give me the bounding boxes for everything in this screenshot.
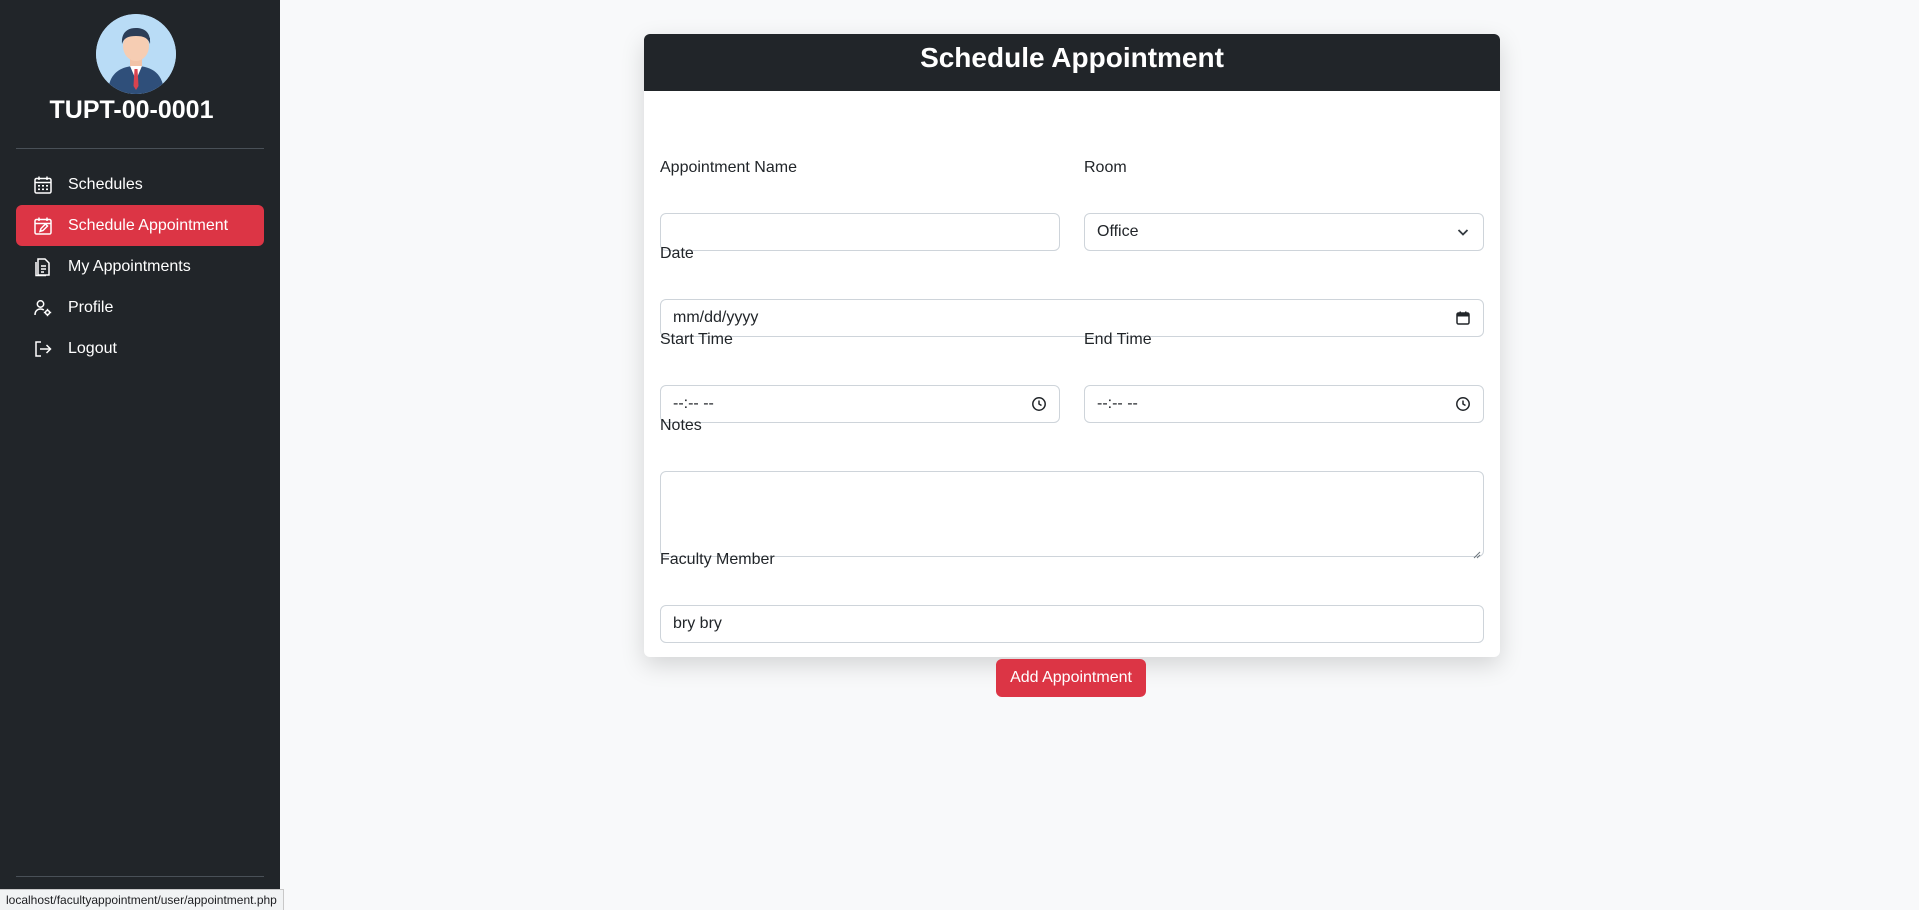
sidebar-item-profile[interactable]: Profile	[16, 287, 264, 328]
calendar-picker-icon[interactable]	[1455, 310, 1471, 326]
sidebar-item-label: Schedule Appointment	[68, 216, 229, 234]
appointment-form-card: Schedule Appointment Appointment Name Ro…	[644, 34, 1500, 697]
room-label: Room	[1084, 159, 1127, 176]
sidebar-item-my-appointments[interactable]: My Appointments	[16, 246, 264, 287]
faculty-member-label: Faculty Member	[660, 551, 775, 568]
start-time-label: Start Time	[660, 331, 733, 348]
room-select[interactable]: Office	[1084, 213, 1484, 251]
avatar	[96, 14, 176, 94]
faculty-member-input[interactable]: bry bry	[660, 605, 1484, 643]
appointment-name-label: Appointment Name	[660, 159, 797, 176]
sidebar-item-label: Logout	[68, 339, 117, 357]
end-time-input[interactable]: --:-- --	[1084, 385, 1484, 423]
notes-textarea[interactable]	[660, 471, 1484, 559]
date-input[interactable]: mm/dd/yyyy	[660, 299, 1484, 337]
sidebar-nav: Schedules Schedule Appointment My Appoin…	[16, 164, 264, 369]
page-title: Schedule Appointment	[644, 34, 1500, 91]
sidebar-divider	[16, 148, 264, 149]
clock-icon[interactable]	[1455, 396, 1471, 412]
notes-label: Notes	[660, 417, 702, 434]
date-label: Date	[660, 245, 694, 262]
user-gear-icon	[33, 298, 53, 318]
user-id: TUPT-00-0001	[49, 96, 214, 124]
add-appointment-button[interactable]: Add Appointment	[996, 659, 1146, 697]
chevron-down-icon	[1455, 224, 1471, 240]
end-time-label: End Time	[1084, 331, 1152, 348]
calendar-icon	[33, 175, 53, 195]
start-time-value: --:-- --	[673, 395, 714, 412]
clock-icon[interactable]	[1031, 396, 1047, 412]
resize-handle-icon[interactable]	[1473, 546, 1481, 559]
status-bar-url: localhost/facultyappointment/user/appoin…	[0, 889, 284, 910]
sidebar-bottom-divider	[16, 876, 264, 877]
sidebar-item-schedules[interactable]: Schedules	[16, 164, 264, 205]
faculty-member-value: bry bry	[673, 615, 722, 632]
end-time-value: --:-- --	[1097, 395, 1138, 412]
sidebar-item-label: My Appointments	[68, 257, 191, 275]
start-time-input[interactable]: --:-- --	[660, 385, 1060, 423]
logout-icon	[33, 339, 53, 359]
appointment-name-input[interactable]	[660, 213, 1060, 251]
user-avatar-icon	[96, 14, 176, 94]
sidebar-item-label: Schedules	[68, 175, 143, 193]
document-icon	[33, 257, 53, 277]
room-selected-value: Office	[1097, 223, 1139, 240]
sidebar-item-logout[interactable]: Logout	[16, 328, 264, 369]
calendar-edit-icon	[33, 216, 53, 236]
sidebar-item-schedule-appointment[interactable]: Schedule Appointment	[16, 205, 264, 246]
date-value: mm/dd/yyyy	[673, 309, 759, 326]
sidebar-item-label: Profile	[68, 298, 114, 316]
sidebar: TUPT-00-0001 Schedules Schedule Appointm…	[0, 0, 280, 910]
